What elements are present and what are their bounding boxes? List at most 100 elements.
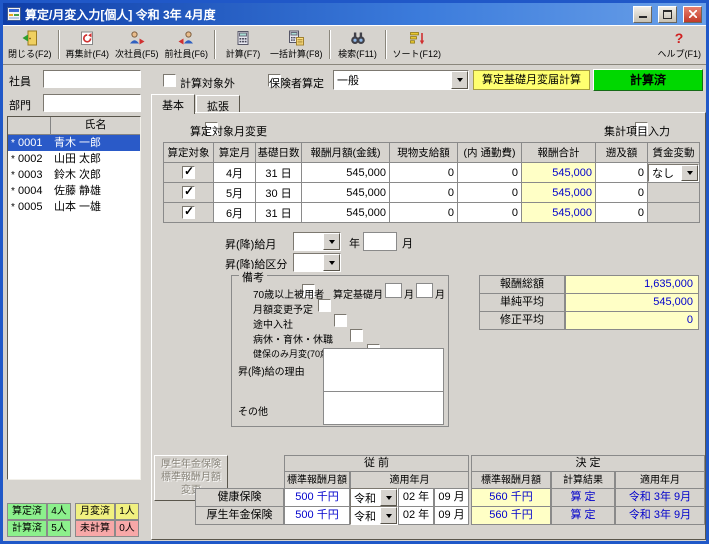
in-kind-cell[interactable]: 0 [390, 203, 458, 223]
pension-calc-result: 算 定 [551, 506, 615, 525]
health-apply-date: 令和 3年 9月 [615, 488, 705, 507]
retro-cell[interactable]: 0 [596, 163, 648, 183]
retro-cell[interactable]: 0 [596, 203, 648, 223]
table-row: 5月 30 日 545,000 0 0 545,000 0 [164, 183, 700, 203]
exit-door-icon [22, 30, 38, 46]
chevron-down-icon[interactable] [323, 233, 340, 250]
pension-before-year[interactable]: 02 年 [398, 506, 434, 525]
days-cell[interactable]: 31 日 [256, 203, 302, 223]
maximize-icon [663, 10, 672, 19]
category-dropdown[interactable]: 一般 [333, 70, 469, 90]
chevron-down-icon[interactable] [323, 254, 340, 271]
employee-list: 氏名 * 0001 青木 一郎 * 0002 山田 太郎 * 0003 鈴木 次… [7, 116, 141, 480]
raise-type-dropdown[interactable] [293, 253, 341, 272]
maximize-button[interactable] [658, 6, 677, 23]
salary-cell[interactable]: 545,000 [302, 163, 390, 183]
employee-list-header: 氏名 [8, 117, 140, 135]
chevron-down-icon[interactable] [380, 507, 397, 524]
base-month-field-1[interactable] [385, 283, 402, 298]
remark-leave-label: 病休・育休・休職 [253, 331, 333, 346]
exclude-calculation-checkbox[interactable] [163, 74, 176, 87]
assessment-table: 算定対象 算定月 基礎日数 報酬月額(金銭) 現物支給額 (内 通勤費) 報酬合… [163, 142, 700, 223]
pension-apply-date: 令和 3年 9月 [615, 506, 705, 525]
days-cell[interactable]: 30 日 [256, 183, 302, 203]
commute-cell[interactable]: 0 [458, 203, 522, 223]
employee-row[interactable]: * 0001 青木 一郎 [8, 135, 140, 151]
toolbar-help-button[interactable]: ? ヘルプ(F1) [655, 26, 705, 63]
health-era-dropdown[interactable]: 令和 [350, 488, 398, 507]
other-field[interactable] [323, 391, 444, 425]
toolbar-search-button[interactable]: 検索(F11) [334, 26, 382, 63]
remark-monthly-change-planned-checkbox[interactable] [318, 299, 331, 312]
col-header: 賃金変動 [648, 143, 700, 163]
in-kind-cell[interactable]: 0 [390, 163, 458, 183]
calculated-status-button[interactable]: 計算済 [593, 69, 703, 91]
raise-reason-field[interactable] [323, 348, 444, 392]
total-reward-label: 報酬総額 [479, 275, 565, 294]
commute-cell[interactable]: 0 [458, 183, 522, 203]
decision-header: 決 定 [471, 455, 705, 472]
employee-row[interactable]: * 0003 鈴木 次郎 [8, 167, 140, 183]
employee-row[interactable]: * 0002 山田 太郎 [8, 151, 140, 167]
pension-before-month[interactable]: 09 月 [434, 506, 469, 525]
tab-extended[interactable]: 拡張 [196, 95, 240, 113]
toolbar-separator [385, 30, 387, 59]
commute-cell[interactable]: 0 [458, 163, 522, 183]
employee-label: 社員 [9, 73, 31, 89]
base-month-field-2[interactable] [416, 283, 433, 298]
tab-basic[interactable]: 基本 [151, 94, 195, 114]
exclude-calculation-label: 計算対象外 [180, 75, 235, 91]
days-cell[interactable]: 31 日 [256, 163, 302, 183]
toolbar-batch-calculate-button[interactable]: 一括計算(F8) [267, 26, 326, 63]
close-button[interactable] [683, 6, 702, 23]
chevron-down-icon[interactable] [380, 489, 397, 506]
table-row: 4月 31 日 545,000 0 0 545,000 0 なし [164, 163, 700, 183]
wage-change-dropdown[interactable]: なし [648, 164, 699, 182]
table-row: 6月 31 日 545,000 0 0 545,000 0 [164, 203, 700, 223]
total-cell: 545,000 [522, 163, 596, 183]
employee-code: 0005 [18, 200, 51, 215]
in-kind-cell[interactable]: 0 [390, 183, 458, 203]
employee-code: 0004 [18, 184, 51, 199]
pension-new-amount: 560 千円 [471, 506, 551, 525]
prev-employee-icon [178, 30, 194, 46]
row-target-checkbox[interactable] [182, 206, 195, 219]
chevron-down-icon[interactable] [681, 165, 698, 181]
status-uncalculated-count: 0人 [115, 520, 139, 537]
employee-row[interactable]: * 0005 山本 一雄 [8, 199, 140, 215]
adjusted-average-value: 0 [565, 311, 699, 330]
toolbar-next-employee-button[interactable]: 次社員(F5) [112, 26, 162, 63]
row-target-checkbox[interactable] [182, 166, 195, 179]
remark-over70-label: 70歳以上被用者 [253, 286, 324, 301]
health-calc-result: 算 定 [551, 488, 615, 507]
pension-before-amount: 500 千円 [284, 506, 350, 525]
remark-midyear-hire-checkbox[interactable] [334, 314, 347, 327]
toolbar-calculate-button[interactable]: 計算(F7) [219, 26, 267, 63]
department-input[interactable] [43, 94, 141, 112]
wage-change-cell [648, 203, 700, 223]
salary-cell[interactable]: 545,000 [302, 203, 390, 223]
remark-leave-checkbox[interactable] [350, 329, 363, 342]
health-before-month[interactable]: 09 月 [434, 488, 469, 507]
other-label: その他 [238, 403, 268, 418]
employee-row[interactable]: * 0004 佐藤 静雄 [8, 183, 140, 199]
chevron-down-icon[interactable] [451, 71, 468, 89]
pension-era-dropdown[interactable]: 令和 [350, 506, 398, 525]
employee-input[interactable] [43, 70, 141, 88]
minimize-button[interactable] [633, 6, 652, 23]
health-before-year[interactable]: 02 年 [398, 488, 434, 507]
remark-monthly-change-planned-label: 月額変更予定 [253, 301, 313, 316]
retro-cell[interactable]: 0 [596, 183, 648, 203]
raise-month-field[interactable] [363, 232, 397, 251]
target-month-change-label: 算定対象月変更 [190, 123, 267, 139]
row-target-checkbox[interactable] [182, 186, 195, 199]
toolbar-sort-button[interactable]: ソート(F12) [390, 26, 445, 63]
next-employee-icon [129, 30, 145, 46]
status-calculated-label: 計算済 [7, 520, 47, 537]
salary-cell[interactable]: 545,000 [302, 183, 390, 203]
toolbar-resummarize-button[interactable]: 再集計(F4) [63, 26, 113, 63]
raise-year-dropdown[interactable] [293, 232, 341, 251]
toolbar-close-button[interactable]: 閉じる(F2) [5, 26, 55, 63]
toolbar-prev-employee-button[interactable]: 前社員(F6) [162, 26, 212, 63]
remarks-title: 備考 [239, 269, 267, 285]
